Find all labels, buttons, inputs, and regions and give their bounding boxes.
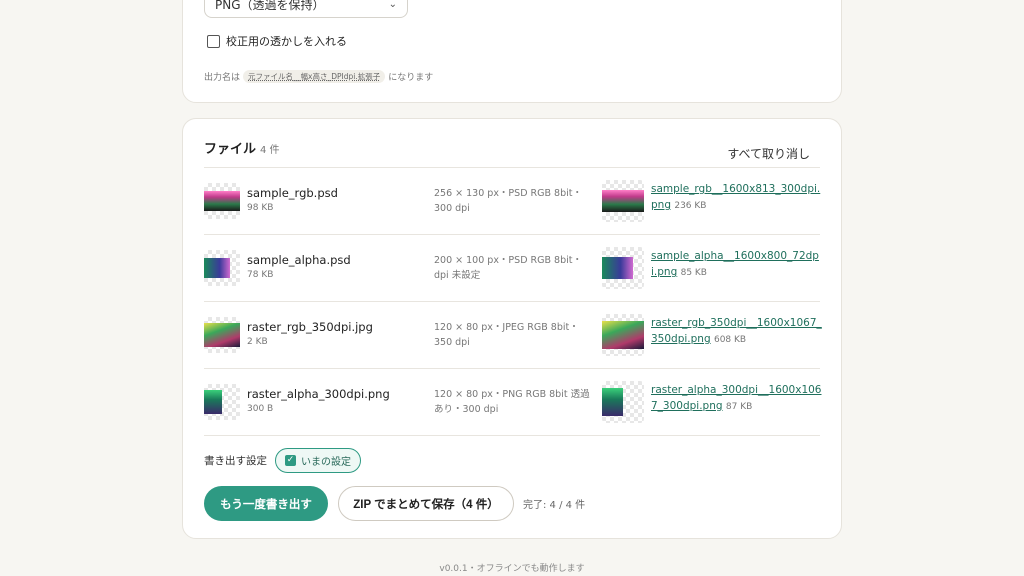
export-settings: 書き出す設定 ✓ いまの設定 [204,448,361,473]
source-file-meta: 120 × 80 px・JPEG RGB 8bit・350 dpi [434,322,579,348]
chevron-down-icon: ⌄ [388,0,397,10]
output-file-link[interactable]: sample_alpha__1600x800_72dpi.png [651,250,819,278]
source-file-name: sample_alpha.psd [247,253,351,267]
source-file-size: 78 KB [247,270,274,280]
source-file-name: sample_rgb.psd [247,186,338,200]
output-file: raster_alpha_300dpi__1600x1067_300dpi.pn… [651,382,823,415]
output-file-size: 87 KB [725,402,753,412]
source-file-meta: 200 × 100 px・PSD RGB 8bit・dpi 未設定 [434,255,582,281]
current-settings-chip[interactable]: ✓ いまの設定 [275,448,361,473]
output-file: sample_alpha__1600x800_72dpi.png 85 KB [651,248,823,281]
output-name-note: 出力名は 元ファイル名__幅x高さ_DPIdpi.拡張子 になります [204,70,433,83]
output-file-size: 236 KB [674,201,707,211]
source-thumbnail [204,384,240,420]
watermark-label: 校正用の透かしを入れる [226,35,347,48]
format-select[interactable]: PNG（透過を保持） ⌄ [204,0,408,18]
output-file: sample_rgb__1600x813_300dpi.png 236 KB [651,181,823,214]
source-thumbnail [204,250,240,286]
output-file-size: 85 KB [680,268,707,278]
format-select-value: PNG（透過を保持） [215,0,325,12]
output-name-suffix: になります [388,73,434,83]
zip-save-button[interactable]: ZIP でまとめて保存（4 件） [338,486,514,521]
source-file-size: 98 KB [247,203,274,213]
check-icon: ✓ [285,455,296,466]
current-settings-label: いまの設定 [301,457,351,468]
reexport-button[interactable]: もう一度書き出す [204,486,328,521]
file-row: raster_rgb_350dpi.jpg 2 KB 120 × 80 px・J… [204,302,823,369]
files-title: ファイル [204,142,257,157]
file-row: sample_alpha.psd 78 KB 200 × 100 px・PSD … [204,235,820,302]
source-file-name: raster_alpha_300dpi.png [247,387,390,401]
source-file-meta: 120 × 80 px・PNG RGB 8bit 透過あり・300 dpi [434,389,590,415]
output-thumbnail [602,180,644,222]
settings-card: PNG（透過を保持） ⌄ 校正用の透かしを入れる 出力名は 元ファイル名__幅x… [182,0,842,103]
output-name-pattern: 元ファイル名__幅x高さ_DPIdpi.拡張子 [243,70,386,83]
files-count: 4 件 [260,145,280,156]
completion-status: 完了: 4 / 4 件 [523,500,586,511]
output-thumbnail [602,381,644,423]
clear-all-button[interactable]: すべて取り消し [727,145,810,162]
files-header: ファイル 4 件 [204,138,280,157]
file-row: raster_alpha_300dpi.png 300 B 120 × 80 p… [204,369,823,436]
output-file-size: 608 KB [713,335,747,345]
source-thumbnail [204,317,240,353]
watermark-option[interactable]: 校正用の透かしを入れる [207,33,347,49]
source-thumbnail [204,183,240,219]
footer-text: v0.0.1・オフラインでも動作します [439,564,585,574]
output-name-prefix: 出力名は [204,73,241,83]
files-card: ファイル 4 件 すべて取り消し sample_rgb.psd 98 KB 25… [182,118,842,539]
output-thumbnail [602,314,644,356]
source-file-size: 300 B [247,404,274,414]
file-list: sample_rgb.psd 98 KB 256 × 130 px・PSD RG… [204,168,823,436]
output-file: raster_rgb_350dpi__1600x1067_350dpi.png … [651,315,823,348]
file-row: sample_rgb.psd 98 KB 256 × 130 px・PSD RG… [204,168,820,235]
output-thumbnail [602,247,644,289]
export-settings-label: 書き出す設定 [204,455,267,467]
source-file-name: raster_rgb_350dpi.jpg [247,320,373,334]
watermark-checkbox[interactable] [207,34,220,48]
source-file-meta: 256 × 130 px・PSD RGB 8bit・300 dpi [434,188,582,214]
source-file-size: 2 KB [247,337,268,347]
